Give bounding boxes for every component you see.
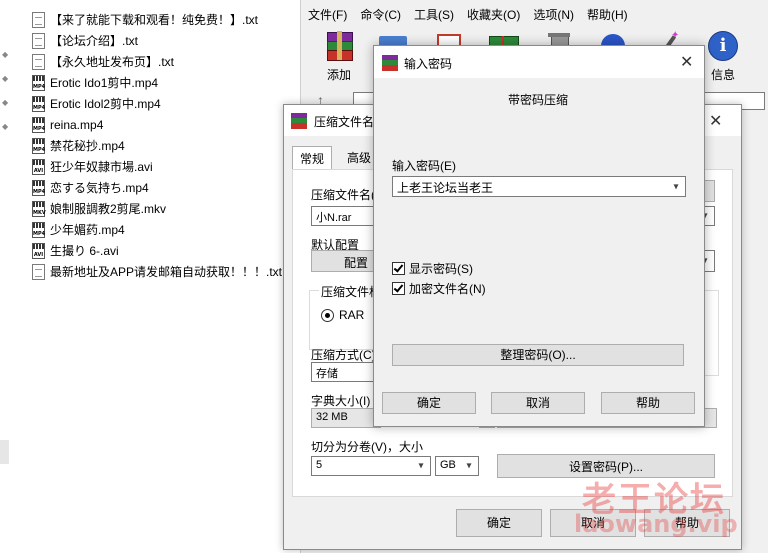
- watermark-url: laowang.vip: [574, 510, 738, 538]
- file-name: 狂少年奴隷市場.avi: [50, 160, 153, 174]
- file-item[interactable]: MP4 恋する気持ち.mp4: [32, 177, 149, 198]
- file-name: 【永久地址发布页】.txt: [50, 55, 175, 69]
- dictionary-label: 字典大小(I): [311, 394, 371, 408]
- password-dialog-titlebar: 输入密码 ✕: [374, 46, 704, 78]
- dictionary-select[interactable]: 32 MB: [311, 408, 381, 428]
- file-item[interactable]: 最新地址及APP请发邮箱自动获取！！！.txt: [32, 261, 282, 282]
- pin-icon: ◆: [2, 50, 9, 59]
- encrypt-file-names-label: 加密文件名(N): [409, 282, 486, 296]
- password-label: 输入密码(E): [392, 159, 456, 173]
- checkbox-checked-icon: [392, 262, 405, 275]
- file-name: 禁花秘抄.mp4: [50, 139, 125, 153]
- close-icon[interactable]: ✕: [709, 111, 722, 131]
- menu-help[interactable]: 帮助(H): [580, 6, 634, 23]
- winrar-icon: [291, 113, 307, 129]
- info-icon: i: [707, 30, 739, 62]
- password-heading: 带密码压缩: [508, 93, 569, 107]
- menu-command[interactable]: 命令(C): [353, 6, 407, 23]
- password-field[interactable]: 上老王论坛当老王 ▾: [392, 176, 686, 197]
- file-item[interactable]: MP4 Erotic Idol2剪中.mp4: [32, 93, 161, 114]
- file-item[interactable]: 【论坛介绍】.txt: [32, 30, 138, 51]
- video-file-icon: AVI: [32, 242, 45, 259]
- file-item[interactable]: MP4 Erotic Ido1剪中.mp4: [32, 72, 158, 93]
- chevron-down-icon: ▾: [418, 460, 424, 472]
- video-file-icon: MP4: [32, 74, 45, 91]
- watermark: 老王论坛 laowang.vip: [560, 470, 768, 553]
- file-name: 娘制服調教2剪尾.mkv: [50, 202, 167, 216]
- winrar-icon: [382, 55, 398, 71]
- file-item[interactable]: MP4 禁花秘抄.mp4: [32, 135, 125, 156]
- split-size-field[interactable]: 5 ▾: [311, 456, 431, 476]
- method-select[interactable]: 存储: [311, 362, 381, 382]
- show-password-label: 显示密码(S): [409, 262, 473, 276]
- split-unit-select[interactable]: GB ▾: [435, 456, 479, 476]
- video-file-icon: MP4: [32, 179, 45, 196]
- checkbox-checked-icon: [392, 282, 405, 295]
- text-file-icon: [32, 53, 45, 70]
- file-name: 最新地址及APP请发邮箱自动获取！！！.txt: [50, 265, 283, 279]
- ok-button[interactable]: 确定: [456, 509, 542, 537]
- method-label: 压缩方式(C): [311, 348, 376, 362]
- video-file-icon: MP4: [32, 116, 45, 133]
- text-file-icon: [32, 263, 45, 280]
- pin-icon: ◆: [2, 74, 9, 83]
- chevron-down-icon: ▾: [466, 460, 472, 472]
- profiles-button[interactable]: 配置: [311, 250, 381, 272]
- text-file-icon: [32, 11, 45, 28]
- archive-dialog-title: 压缩文件名: [314, 115, 375, 129]
- organize-passwords-button[interactable]: 整理密码(O)...: [392, 344, 684, 366]
- chevron-down-icon: ▾: [673, 181, 679, 192]
- file-name: 恋する気持ち.mp4: [50, 181, 149, 195]
- video-file-icon: AVI: [32, 158, 45, 175]
- menu-file[interactable]: 文件(F): [301, 6, 353, 23]
- menu-tools[interactable]: 工具(S): [407, 6, 460, 23]
- video-file-icon: MP4: [32, 137, 45, 154]
- file-name: Erotic Ido1剪中.mp4: [50, 76, 159, 90]
- show-password-checkbox[interactable]: 显示密码(S): [392, 260, 473, 277]
- file-item[interactable]: MP4 少年媚药.mp4: [32, 219, 125, 240]
- file-name: 少年媚药.mp4: [50, 223, 125, 237]
- split-volumes-label: 切分为分卷(V)，大小: [311, 440, 423, 454]
- file-list-pane: ◆ ◆ ◆ ◆ 【来了就能下载和观看！纯免费！】.txt 【论坛介绍】.txt …: [0, 0, 300, 553]
- password-dialog-title: 输入密码: [404, 57, 453, 71]
- format-rar-radio[interactable]: RAR: [321, 308, 364, 322]
- video-file-icon: MKV: [32, 200, 46, 217]
- file-name: Erotic Idol2剪中.mp4: [50, 97, 161, 111]
- close-icon[interactable]: ✕: [680, 52, 693, 72]
- file-name: 【论坛介绍】.txt: [50, 34, 139, 48]
- pin-icon: ◆: [2, 122, 9, 131]
- ok-button[interactable]: 确定: [382, 392, 476, 414]
- file-item[interactable]: MP4 reina.mp4: [32, 114, 103, 135]
- file-name: reina.mp4: [50, 117, 104, 132]
- file-item[interactable]: 【永久地址发布页】.txt: [32, 51, 174, 72]
- scrollbar-thumb[interactable]: [0, 440, 9, 464]
- archive-name-label: 压缩文件名(: [311, 188, 375, 202]
- file-item[interactable]: 【来了就能下载和观看！纯免费！】.txt: [32, 9, 258, 30]
- file-item[interactable]: AVI 狂少年奴隷市場.avi: [32, 156, 153, 177]
- password-dialog: 输入密码 ✕ 带密码压缩 输入密码(E) 上老王论坛当老王 ▾ 显示密码(S) …: [373, 45, 705, 427]
- info-button[interactable]: i 信息: [701, 30, 745, 83]
- file-name: 生撮り 6-.avi: [50, 244, 119, 258]
- tab-general[interactable]: 常规: [292, 146, 333, 171]
- add-button[interactable]: 添加: [317, 30, 361, 83]
- encrypt-file-names-checkbox[interactable]: 加密文件名(N): [392, 280, 486, 297]
- cancel-button[interactable]: 取消: [491, 392, 585, 414]
- add-label: 添加: [326, 68, 351, 82]
- info-label: 信息: [710, 68, 735, 82]
- video-file-icon: MP4: [32, 95, 45, 112]
- menu-favorites[interactable]: 收藏夹(O): [460, 6, 526, 23]
- radio-icon: [321, 308, 334, 322]
- winrar-books-icon: [323, 30, 355, 62]
- menu-options[interactable]: 选项(N): [526, 6, 580, 23]
- file-item[interactable]: AVI 生撮り 6-.avi: [32, 240, 119, 261]
- video-file-icon: MP4: [32, 221, 45, 238]
- file-item[interactable]: MKV 娘制服調教2剪尾.mkv: [32, 198, 166, 219]
- file-name: 【来了就能下载和观看！纯免费！】.txt: [50, 13, 259, 27]
- text-file-icon: [32, 32, 45, 49]
- format-rar-label: RAR: [339, 308, 365, 322]
- help-button[interactable]: 帮助: [601, 392, 695, 414]
- menu-bar: 文件(F) 命令(C) 工具(S) 收藏夹(O) 选项(N) 帮助(H): [301, 0, 768, 28]
- pin-icon: ◆: [2, 98, 9, 107]
